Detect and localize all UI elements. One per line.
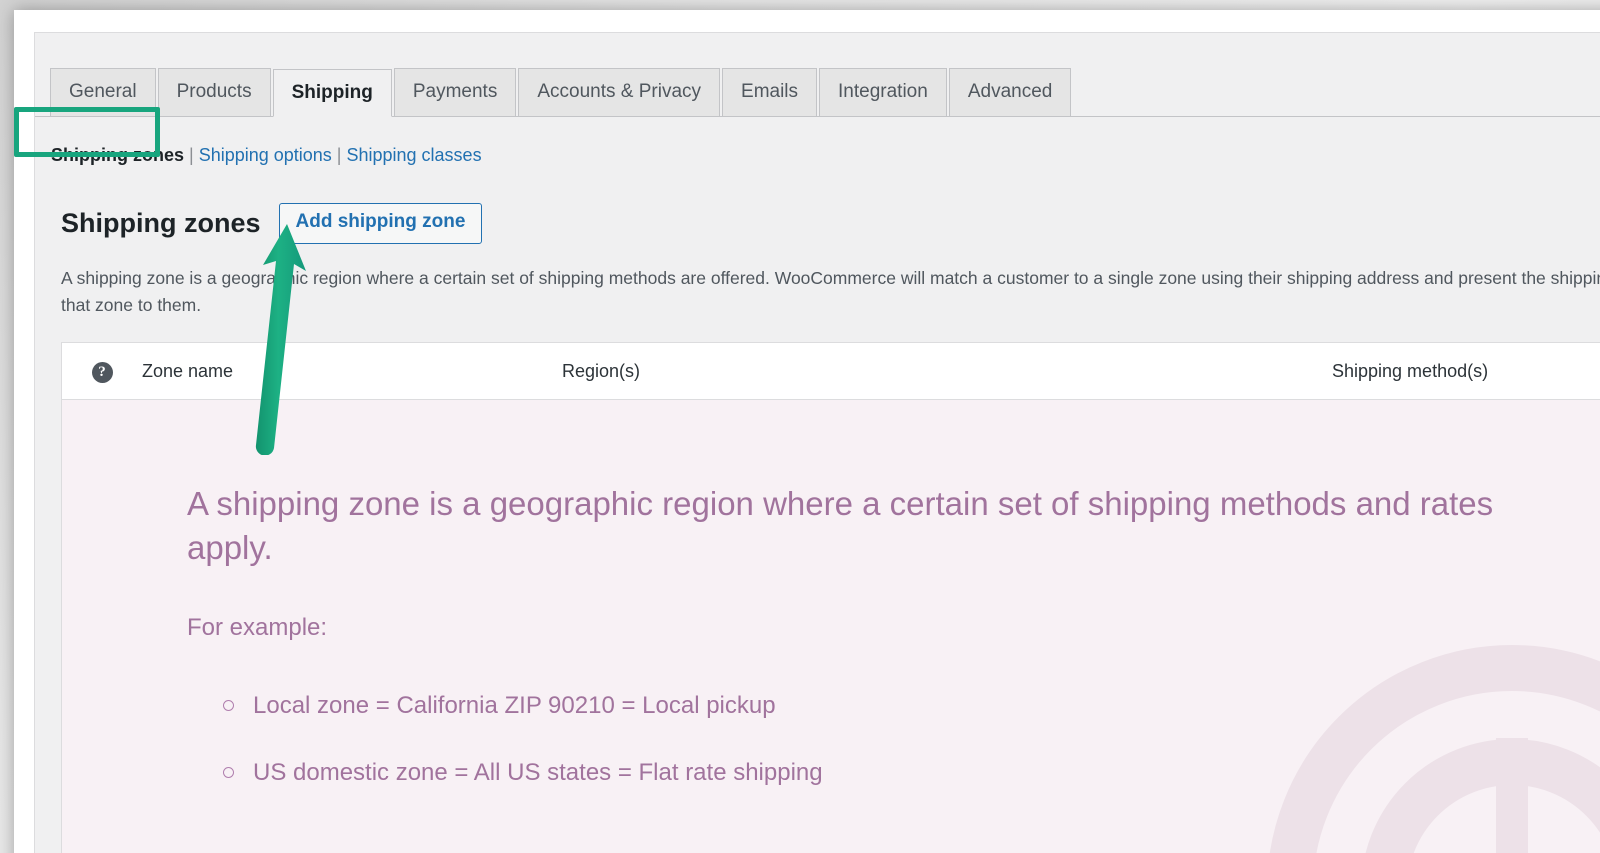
tab-general[interactable]: General (50, 68, 156, 116)
empty-state-subtitle: For example: (187, 613, 328, 641)
woocommerce-settings-panel: General Products Shipping Payments Accou… (34, 32, 1600, 853)
subnav-item-shipping-options[interactable]: Shipping options (199, 145, 332, 166)
screenshot-root: General Products Shipping Payments Accou… (0, 0, 1600, 853)
column-header-shipping-methods: Shipping method(s) (1332, 360, 1489, 381)
shipping-zones-header: Shipping zones Add shipping zone (61, 203, 483, 244)
tab-shipping-label: Shipping (291, 82, 373, 103)
tab-emails[interactable]: Emails (722, 68, 818, 116)
tab-payments[interactable]: Payments (393, 68, 517, 116)
subnav-separator-2: | (336, 145, 342, 165)
tab-integration-label: Integration (838, 81, 928, 102)
tab-integration[interactable]: Integration (819, 68, 947, 116)
tab-products-label: Products (176, 81, 252, 102)
settings-tab-strip: General Products Shipping Payments Accou… (35, 33, 1600, 117)
tab-emails-label: Emails (741, 81, 799, 102)
tab-advanced-label: Advanced (967, 81, 1053, 102)
shipping-subnav: Shipping zones | Shipping options | Ship… (51, 145, 482, 166)
page-title: Shipping zones (61, 207, 261, 238)
empty-state-lead: A shipping zone is a geographic region w… (187, 485, 1494, 566)
table-help-cell: ? (62, 360, 142, 383)
shipping-zones-description: A shipping zone is a geographic region w… (61, 268, 1600, 316)
add-shipping-zone-button[interactable]: Add shipping zone (278, 203, 483, 244)
column-header-regions: Region(s) (562, 360, 641, 381)
tab-payments-label: Payments (412, 81, 498, 102)
subnav-item-shipping-zones[interactable]: Shipping zones (51, 145, 184, 166)
tab-general-label: General (69, 81, 137, 102)
list-item: Local zone = California ZIP 90210 = Loca… (223, 672, 1600, 739)
table-empty-state: A shipping zone is a geographic region w… (62, 400, 1600, 853)
column-header-zone-name: Zone name (142, 360, 234, 381)
empty-state-example-list: Local zone = California ZIP 90210 = Loca… (187, 672, 1600, 806)
tab-products[interactable]: Products (157, 68, 271, 116)
list-item: US domestic zone = All US states = Flat … (223, 739, 1600, 806)
empty-state-content: A shipping zone is a geographic region w… (62, 400, 1600, 806)
tab-accounts-privacy[interactable]: Accounts & Privacy (518, 68, 721, 116)
tab-accounts-privacy-label: Accounts & Privacy (537, 81, 702, 102)
tab-advanced[interactable]: Advanced (948, 68, 1072, 116)
subnav-separator-1: | (189, 145, 194, 165)
page-frame: General Products Shipping Payments Accou… (14, 10, 1600, 853)
subnav-item-shipping-classes[interactable]: Shipping classes (346, 145, 481, 166)
table-header-row: ? Zone name Region(s) Shipping method(s) (62, 343, 1600, 400)
tab-shipping[interactable]: Shipping (272, 69, 392, 117)
help-icon[interactable]: ? (91, 361, 113, 383)
shipping-zones-table: ? Zone name Region(s) Shipping method(s)… (61, 342, 1600, 853)
